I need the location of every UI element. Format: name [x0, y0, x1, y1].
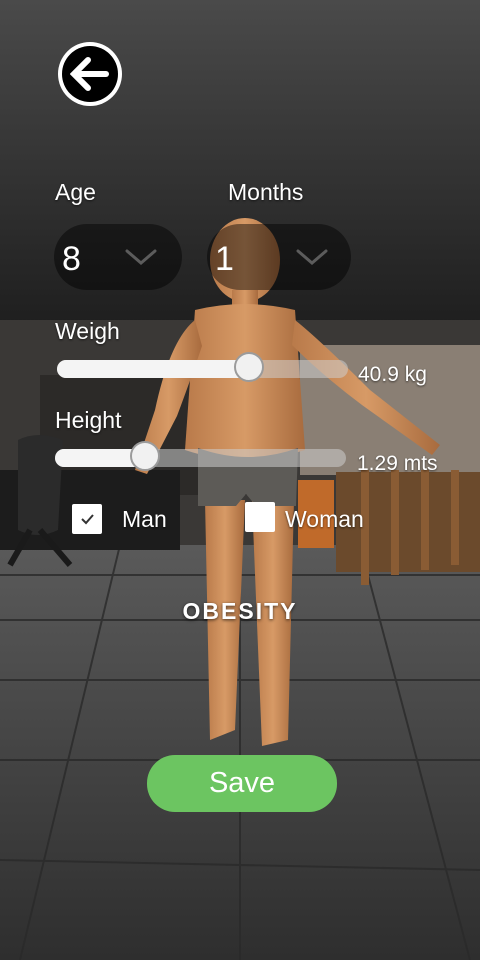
chevron-down-icon — [296, 249, 328, 265]
woman-checkbox[interactable] — [245, 502, 275, 532]
weight-slider-fill — [57, 360, 250, 378]
woman-label[interactable]: Woman — [285, 506, 364, 533]
weight-label: Weigh — [55, 318, 120, 344]
height-value: 1.29 mts — [357, 452, 438, 475]
back-button[interactable] — [58, 42, 122, 106]
age-value: 8 — [62, 240, 81, 278]
profile-editor: Age Months 8 1 Weigh 40.9 kg Height 1.29… — [0, 0, 480, 960]
months-dropdown[interactable]: 1 — [207, 224, 351, 290]
chevron-down-icon — [125, 249, 157, 265]
months-label: Months — [228, 179, 304, 205]
back-button-ring — [62, 46, 118, 102]
checkmark-icon — [81, 514, 94, 525]
man-label[interactable]: Man — [122, 506, 167, 533]
age-label: Age — [55, 179, 96, 205]
man-checkbox[interactable] — [72, 504, 102, 534]
months-value: 1 — [215, 240, 234, 278]
height-slider[interactable] — [55, 441, 346, 471]
weight-value: 40.9 kg — [358, 363, 427, 386]
height-slider-handle[interactable] — [130, 441, 161, 471]
weight-slider-handle[interactable] — [234, 352, 265, 382]
weight-slider[interactable] — [57, 352, 348, 382]
height-label: Height — [55, 407, 122, 433]
weight-status: OBESITY — [182, 598, 298, 624]
age-dropdown[interactable]: 8 — [54, 224, 182, 290]
save-button[interactable]: Save — [147, 755, 337, 812]
arrow-left-icon — [70, 57, 109, 91]
